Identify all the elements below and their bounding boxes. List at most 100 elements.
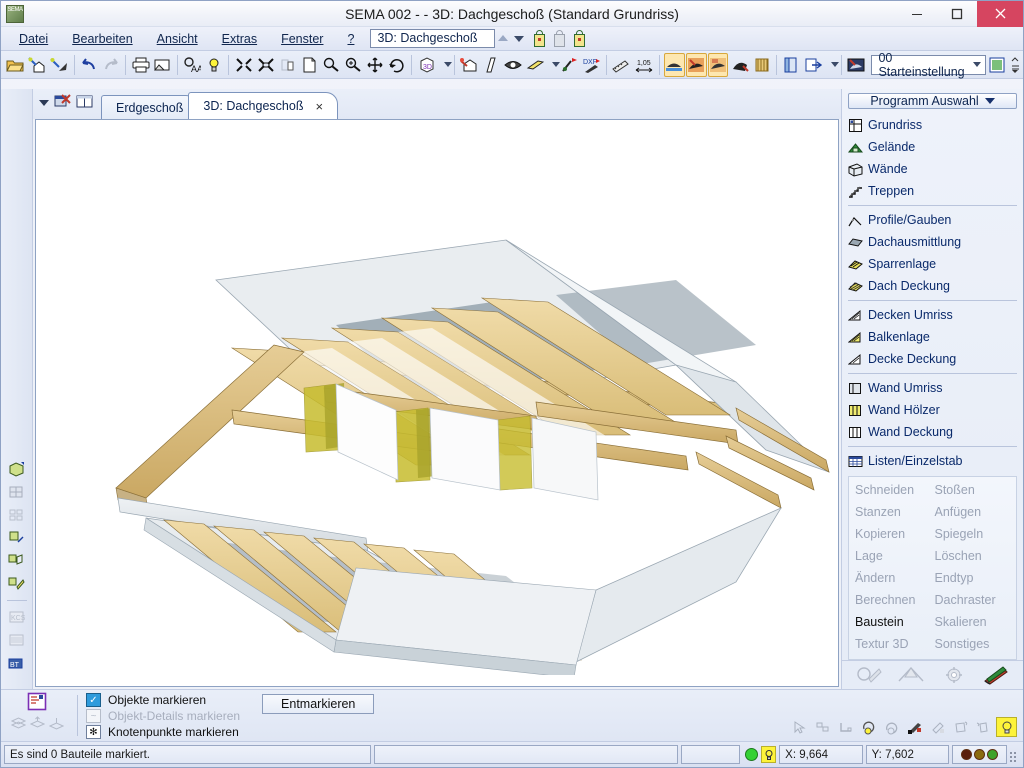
snap-box-icon[interactable] — [812, 717, 833, 737]
menu-fenster[interactable]: Fenster — [269, 30, 335, 48]
layers-icon[interactable] — [10, 716, 26, 733]
program-item-grundriss[interactable]: Grundriss — [844, 114, 1023, 136]
close-button[interactable] — [977, 0, 1023, 27]
section-house-icon[interactable] — [459, 53, 480, 77]
text-find-icon[interactable]: AA — [182, 53, 203, 77]
print-preview-icon[interactable] — [152, 53, 173, 77]
fill-icon[interactable] — [927, 717, 948, 737]
render-gold-icon[interactable] — [751, 53, 772, 77]
rotate-icon[interactable] — [386, 53, 407, 77]
menu-extras[interactable]: Extras — [210, 30, 269, 48]
export-dropdown-icon[interactable] — [825, 53, 839, 77]
render-shaded-icon[interactable] — [663, 52, 685, 77]
list-icon[interactable] — [6, 630, 28, 650]
paint-icon[interactable] — [904, 717, 925, 737]
mark-row-knotenpunkte[interactable]: ✻ Knotenpunkte markieren — [86, 724, 240, 740]
command-aendern[interactable]: Ändern — [855, 568, 935, 589]
maximize-button[interactable] — [937, 1, 977, 27]
zoom-in-icon[interactable] — [343, 53, 364, 77]
pick-object-icon[interactable] — [6, 528, 28, 548]
beam-icon[interactable] — [525, 53, 546, 77]
print-icon[interactable] — [130, 53, 151, 77]
tab-erdgeschoss[interactable]: Erdgeschoß — [101, 95, 199, 119]
command-anfuegen[interactable]: Anfügen — [935, 502, 1015, 523]
program-item-wand-umriss[interactable]: Wand Umriss — [844, 377, 1023, 399]
traffic-lights[interactable] — [952, 745, 1008, 764]
lock-all-icon[interactable] — [572, 29, 587, 48]
program-item-listen-einzelstab[interactable]: Listen/Einzelstab — [844, 450, 1023, 472]
program-item-decken-umriss[interactable]: Decken Umriss — [844, 304, 1023, 326]
view-up-button[interactable] — [495, 29, 511, 49]
undo-icon[interactable] — [78, 53, 99, 77]
menu-help[interactable]: ? — [335, 30, 366, 48]
lock-on-icon[interactable] — [532, 29, 547, 48]
command-endtyp[interactable]: Endtyp — [935, 568, 1015, 589]
dimension-icon[interactable] — [611, 53, 632, 77]
solid-view-icon[interactable] — [6, 459, 28, 479]
mark-row-objekte[interactable]: ✓ Objekte markieren — [86, 692, 240, 708]
program-item-balkenlage[interactable]: Balkenlage — [844, 326, 1023, 348]
scroll-icon[interactable] — [1009, 53, 1023, 77]
wireframe-view-icon[interactable] — [6, 482, 28, 502]
command-skalieren[interactable]: Skalieren — [935, 612, 1015, 633]
menu-datei[interactable]: Datei — [7, 30, 60, 48]
program-item-treppen[interactable]: Treppen — [844, 180, 1023, 202]
command-sonstiges[interactable]: Sonstiges — [935, 634, 1015, 655]
book-icon[interactable] — [781, 53, 802, 77]
command-dachraster[interactable]: Dachraster — [935, 590, 1015, 611]
close-all-icon[interactable] — [54, 94, 71, 112]
command-textur-3d[interactable]: Textur 3D — [855, 634, 935, 655]
bulb-highlight-icon[interactable] — [996, 717, 1017, 737]
beam-dropdown-icon[interactable] — [546, 53, 561, 77]
command-spiegeln[interactable]: Spiegeln — [935, 524, 1015, 545]
command-stossen[interactable]: Stoßen — [935, 480, 1015, 501]
view-3d-icon[interactable]: 3D — [416, 53, 437, 77]
hint-bulb-icon[interactable] — [204, 53, 225, 77]
eye-icon[interactable] — [503, 53, 524, 77]
program-item-dachausmittlung[interactable]: Dachausmittlung — [844, 231, 1023, 253]
zoom-extents-icon[interactable] — [255, 53, 276, 77]
render-texture-icon[interactable] — [729, 53, 750, 77]
kcs-icon[interactable]: KCS — [6, 607, 28, 627]
assistant-house-icon[interactable] — [27, 53, 48, 77]
render-wire-icon[interactable] — [685, 52, 707, 77]
pick-arrow-icon[interactable] — [789, 717, 810, 737]
tab-3d-dachgeschoss[interactable]: 3D: Dachgeschoß × — [188, 92, 339, 119]
snap-corner-icon[interactable] — [835, 717, 856, 737]
lock-off-icon[interactable] — [552, 29, 567, 48]
command-kopieren[interactable]: Kopieren — [855, 524, 935, 545]
dropdown-arrow-icon[interactable] — [39, 100, 49, 106]
snap-arc-icon[interactable] — [881, 717, 902, 737]
unmark-button[interactable]: Entmarkieren — [262, 694, 375, 714]
layer-manager-icon[interactable] — [27, 692, 47, 714]
redo-icon[interactable] — [100, 53, 121, 77]
command-baustein[interactable]: Baustein — [855, 612, 935, 633]
command-stanzen[interactable]: Stanzen — [855, 502, 935, 523]
zoom-out-icon[interactable] — [321, 53, 342, 77]
program-item-gelaende[interactable]: Gelände — [844, 136, 1023, 158]
bulb-icon[interactable] — [761, 746, 777, 763]
program-item-profile-gauben[interactable]: Profile/Gauben — [844, 209, 1023, 231]
viewport-3d[interactable] — [35, 119, 839, 687]
render-hidden-icon[interactable] — [707, 52, 729, 77]
layer-set-icon[interactable] — [48, 716, 64, 733]
dimension-arrow-icon[interactable]: 1,05 — [633, 53, 655, 77]
zoom-window-icon[interactable] — [277, 53, 298, 77]
snap-bulb-icon[interactable] — [858, 717, 879, 737]
page-icon[interactable] — [299, 53, 320, 77]
open-icon[interactable] — [5, 53, 26, 77]
export-icon[interactable] — [803, 53, 824, 77]
measure-flag-icon[interactable] — [559, 53, 580, 77]
dxf-icon[interactable]: DXF — [581, 53, 602, 77]
command-berechnen[interactable]: Berechnen — [855, 590, 935, 611]
command-loeschen[interactable]: Löschen — [935, 546, 1015, 567]
resize-grip-icon[interactable] — [1010, 748, 1020, 762]
command-lage[interactable]: Lage — [855, 546, 935, 567]
program-item-sparrenlage[interactable]: Sparrenlage — [844, 253, 1023, 275]
edge-icon[interactable] — [973, 717, 994, 737]
grid-view-icon[interactable] — [6, 505, 28, 525]
clip-plane-icon[interactable] — [481, 53, 502, 77]
program-item-decke-deckung[interactable]: Decke Deckung — [844, 348, 1023, 370]
program-item-wand-deckung[interactable]: Wand Deckung — [844, 421, 1023, 443]
menu-ansicht[interactable]: Ansicht — [145, 30, 210, 48]
